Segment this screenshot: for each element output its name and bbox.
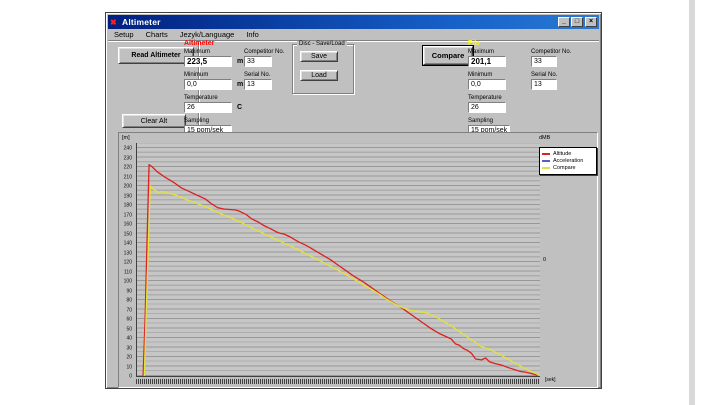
clear-alt-button[interactable]: Clear Alt	[122, 114, 186, 128]
y-tick-label: 80	[118, 299, 132, 304]
menubar: Setup Charts Jezyk/Language Info	[108, 29, 599, 40]
y-tick-label: 30	[118, 346, 132, 351]
y-tick-label: 70	[118, 308, 132, 313]
competitor-field[interactable]: 33	[244, 56, 272, 67]
y-tick-label: 110	[118, 270, 132, 275]
read-altimeter-button[interactable]: Read Altimeter	[118, 47, 194, 64]
chart-legend: AltitudeAccelerationCompare	[539, 147, 597, 175]
y-tick-label: 10	[118, 365, 132, 370]
y-tick-label: 50	[118, 327, 132, 332]
file-temperature-field[interactable]: 26	[468, 102, 506, 113]
file-serial-label: Serial No.	[531, 72, 557, 78]
plot-area	[136, 143, 540, 377]
maximize-button[interactable]: □	[571, 17, 583, 27]
y-tick-label: 240	[118, 147, 132, 152]
maximum-label: Maximum	[184, 49, 210, 55]
y-tick-label: 20	[118, 356, 132, 361]
altimeter-window: ✖ Altimeter _ □ × Setup Charts Jezyk/Lan…	[105, 12, 602, 389]
y-tick-label: 220	[118, 166, 132, 171]
y-tick-label: 160	[118, 223, 132, 228]
legend-label: Altitude	[553, 151, 571, 157]
maximum-field[interactable]: 223,5	[184, 56, 232, 67]
maximum-unit: m	[237, 58, 243, 65]
temperature-label: Temperature	[184, 95, 218, 101]
y-tick-label: 100	[118, 280, 132, 285]
temperature-field[interactable]: 26	[184, 102, 232, 113]
y-tick-label: 190	[118, 194, 132, 199]
minimum-field[interactable]: 0,0	[184, 79, 232, 90]
y-tick-label: 230	[118, 156, 132, 161]
file-maximum-label: Maximum	[468, 49, 494, 55]
menu-info[interactable]: Info	[240, 30, 265, 39]
y-tick-label: 90	[118, 289, 132, 294]
desktop: ✖ Altimeter _ □ × Setup Charts Jezyk/Lan…	[0, 0, 720, 405]
file-serial-field[interactable]: 13	[531, 79, 557, 90]
altimeter-section-title: Altimeter	[184, 40, 214, 47]
file-minimum-field[interactable]: 0,0	[468, 79, 506, 90]
window-title: Altimeter	[122, 17, 557, 27]
y-tick-label: 140	[118, 242, 132, 247]
x-axis-unit-label: [sek]	[545, 377, 556, 383]
file-minimum-label: Minimum	[468, 72, 492, 78]
serial-field[interactable]: 13	[244, 79, 272, 90]
y-tick-label: 0	[118, 375, 132, 380]
y-tick-label: 150	[118, 232, 132, 237]
y-axis-unit-label: [m]	[122, 135, 130, 141]
y-tick-label: 130	[118, 251, 132, 256]
titlebar[interactable]: ✖ Altimeter _ □ ×	[108, 15, 599, 29]
file-section-title: File	[468, 40, 480, 47]
menu-language[interactable]: Jezyk/Language	[174, 30, 241, 39]
close-button[interactable]: ×	[585, 17, 597, 27]
file-temperature-label: Temperature	[468, 95, 502, 101]
y-tick-label: 210	[118, 175, 132, 180]
series-compare-line	[144, 186, 540, 376]
chart-panel: [m] dMB 24023022021020019018017016015014…	[118, 132, 598, 388]
sampling-label: Sampling	[184, 118, 209, 124]
legend-label: Compare	[553, 165, 576, 171]
y-tick-label: 180	[118, 204, 132, 209]
load-button[interactable]: Load	[300, 70, 338, 81]
compare-button[interactable]: Compare	[423, 46, 473, 65]
file-competitor-field[interactable]: 33	[531, 56, 557, 67]
series-altitude-line	[143, 165, 540, 376]
file-sampling-label: Sampling	[468, 118, 493, 124]
screen-edge-strip	[689, 0, 695, 405]
serial-label: Serial No.	[244, 72, 270, 78]
y-tick-label: 40	[118, 337, 132, 342]
menu-charts[interactable]: Charts	[140, 30, 174, 39]
menu-divider	[108, 40, 599, 42]
minimum-label: Minimum	[184, 72, 208, 78]
legend-swatch-icon	[542, 160, 550, 162]
legend-label: Acceleration	[553, 158, 583, 164]
app-icon: ✖	[110, 18, 119, 27]
y-tick-label: 170	[118, 213, 132, 218]
file-competitor-label: Competitor No.	[531, 49, 571, 55]
legend-swatch-icon	[542, 153, 550, 155]
legend-entry: Acceleration	[542, 158, 594, 164]
minimum-unit: m	[237, 81, 243, 88]
legend-entry: Altitude	[542, 151, 594, 157]
y-tick-label: 120	[118, 261, 132, 266]
legend-swatch-icon	[542, 167, 550, 169]
disc-group-title: Disc - Save/Load	[297, 41, 347, 47]
y2-axis-unit-label: dMB	[539, 135, 550, 141]
temperature-unit: C	[237, 104, 242, 111]
menu-setup[interactable]: Setup	[108, 30, 140, 39]
y-tick-label: 200	[118, 185, 132, 190]
x-axis-dense-labels	[136, 379, 540, 384]
y-tick-label: 60	[118, 318, 132, 323]
save-button[interactable]: Save	[300, 51, 338, 62]
file-maximum-field[interactable]: 201,1	[468, 56, 506, 67]
minimize-button[interactable]: _	[558, 17, 570, 27]
competitor-label: Competitor No.	[244, 49, 284, 55]
y2-zero-tick: 0	[543, 257, 546, 263]
legend-entry: Compare	[542, 165, 594, 171]
chart-svg	[137, 143, 540, 376]
legend-entries: AltitudeAccelerationCompare	[542, 151, 594, 171]
